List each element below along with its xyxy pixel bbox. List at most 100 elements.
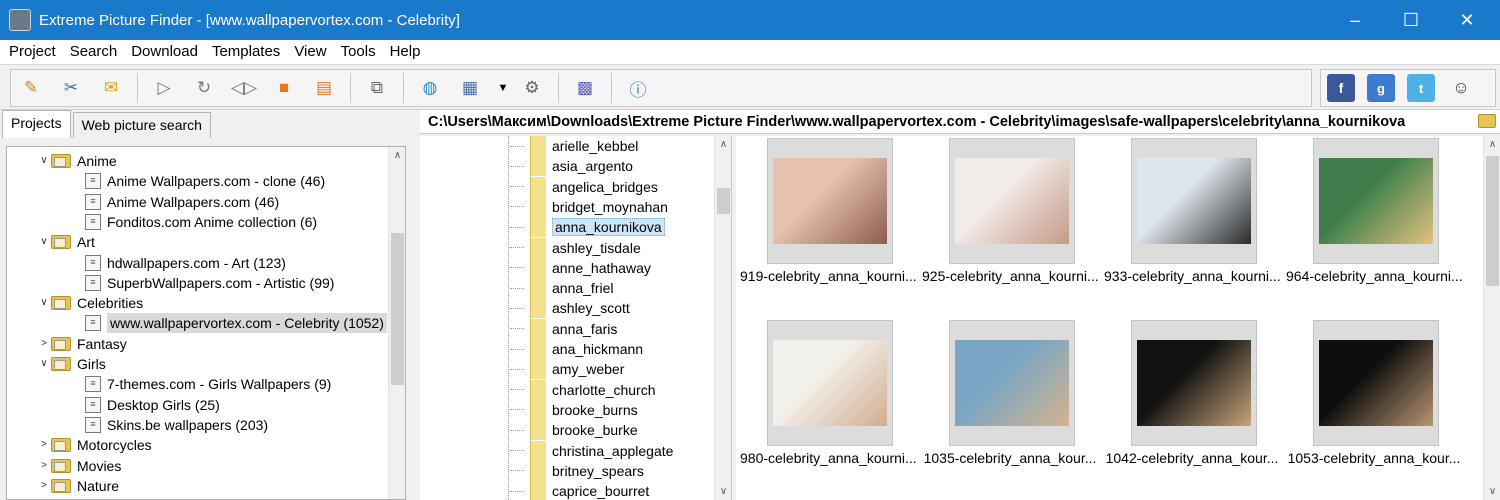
tree-folder[interactable]: > Fantasy: [37, 334, 127, 354]
tree-folder[interactable]: > Movies: [37, 456, 121, 476]
chevron-down-icon[interactable]: ∨: [37, 293, 51, 313]
chevron-down-icon[interactable]: ∨: [37, 151, 51, 171]
thumbnail[interactable]: 1035-celebrity_anna_kour...: [922, 318, 1098, 478]
folder-list-item[interactable]: anna_kournikova: [510, 217, 665, 238]
chevron-right-icon[interactable]: >: [37, 456, 51, 476]
app-icon[interactable]: [9, 9, 31, 31]
chevron-down-icon[interactable]: ∨: [37, 354, 51, 374]
menu-tools[interactable]: Tools: [334, 40, 383, 64]
scroll-thumb[interactable]: [1486, 156, 1499, 286]
thumbnail[interactable]: 919-celebrity_anna_kourni...: [740, 136, 916, 296]
tree-project[interactable]: ≡ Desktop Girls (25): [85, 395, 220, 415]
comment-icon[interactable]: ✉: [97, 74, 125, 102]
folder-scrollbar[interactable]: ∧ ∨: [714, 136, 731, 500]
scroll-thumb[interactable]: [391, 233, 404, 385]
tab-web-picture-search[interactable]: Web picture search: [72, 112, 211, 138]
tree-folder[interactable]: > Nature: [37, 476, 119, 496]
thumbnail[interactable]: 964-celebrity_anna_kourni...: [1286, 136, 1462, 296]
grid-icon[interactable]: ▩: [571, 74, 599, 102]
thumbnail-frame[interactable]: [767, 138, 893, 264]
thumbnail[interactable]: 1053-celebrity_anna_kour...: [1286, 318, 1462, 478]
thumbnail[interactable]: 925-celebrity_anna_kourni...: [922, 136, 1098, 296]
tree-scrollbar[interactable]: ∧: [388, 147, 405, 499]
thumbnail-frame[interactable]: [949, 138, 1075, 264]
thumbnail-frame[interactable]: [1131, 138, 1257, 264]
chevron-down-icon[interactable]: ∨: [37, 232, 51, 252]
tree-folder[interactable]: ∨ Celebrities: [37, 293, 143, 313]
browse-folder-icon[interactable]: [1478, 114, 1496, 128]
thumbnail[interactable]: 980-celebrity_anna_kourni...: [740, 318, 916, 478]
menu-search[interactable]: Search: [63, 40, 125, 64]
tree-folder[interactable]: ∨ Art: [37, 232, 95, 252]
folder-list-item[interactable]: arielle_kebbel: [510, 136, 638, 156]
thumbnail[interactable]: 1042-celebrity_anna_kour...: [1104, 318, 1280, 478]
tree-project[interactable]: ≡ 7-themes.com - Girls Wallpapers (9): [85, 374, 331, 394]
folder-list-item[interactable]: asia_argento: [510, 156, 633, 177]
tools-icon[interactable]: ✂: [57, 74, 85, 102]
scroll-down-icon[interactable]: ∨: [1484, 483, 1500, 500]
refresh-icon[interactable]: ↻: [190, 74, 218, 102]
facebook-icon[interactable]: f: [1327, 74, 1355, 102]
folder-list-item[interactable]: caprice_bourret: [510, 481, 649, 500]
folder-list-item[interactable]: brooke_burke: [510, 420, 638, 441]
thumbnail[interactable]: 933-celebrity_anna_kourni...: [1104, 136, 1280, 296]
tree-folder[interactable]: ∨ Girls: [37, 354, 105, 374]
thumbnail-frame[interactable]: [767, 320, 893, 446]
scroll-up-icon[interactable]: ∧: [389, 147, 405, 164]
help-icon[interactable]: ⓘ: [624, 74, 652, 102]
tree-project[interactable]: ≡ Fonditos.com Anime collection (6): [85, 212, 317, 232]
minimize-button[interactable]: –: [1330, 0, 1380, 40]
folder-list-item[interactable]: anne_hathaway: [510, 257, 651, 278]
globe-icon[interactable]: ◍: [416, 74, 444, 102]
thumbnail-frame[interactable]: [1313, 138, 1439, 264]
play-icon[interactable]: ▷: [150, 74, 178, 102]
maximize-button[interactable]: ☐: [1386, 0, 1436, 40]
folder-list-item[interactable]: anna_faris: [510, 318, 617, 339]
folder-list-item[interactable]: bridget_moynahan: [510, 196, 668, 217]
edit-icon[interactable]: ✎: [17, 74, 45, 102]
menu-help[interactable]: Help: [383, 40, 428, 64]
thumbnail-frame[interactable]: [949, 320, 1075, 446]
tree-folder[interactable]: > Motorcycles: [37, 435, 152, 455]
copy-icon[interactable]: ⧉: [363, 74, 391, 102]
chevron-right-icon[interactable]: >: [37, 334, 51, 354]
dropdown-icon[interactable]: ▼: [496, 74, 510, 102]
folder-list-item[interactable]: ashley_tisdale: [510, 237, 641, 258]
folder-list-item[interactable]: anna_friel: [510, 278, 614, 299]
queue-icon[interactable]: ▤: [310, 74, 338, 102]
folder-list-item[interactable]: ana_hickmann: [510, 339, 643, 359]
gear-icon[interactable]: ⚙: [518, 74, 546, 102]
tree-folder[interactable]: ∨ Anime: [37, 151, 116, 171]
step-icon[interactable]: ◁▷: [230, 74, 258, 102]
close-button[interactable]: ✕: [1442, 0, 1492, 40]
chevron-right-icon[interactable]: >: [37, 435, 51, 455]
tree-project[interactable]: ≡ Skins.be wallpapers (203): [85, 415, 268, 435]
tab-projects[interactable]: Projects: [2, 110, 71, 138]
google-plus-icon[interactable]: g: [1367, 74, 1395, 102]
tree-project[interactable]: ≡ Anime Wallpapers.com - clone (46): [85, 171, 325, 191]
folder-list-item[interactable]: charlotte_church: [510, 379, 656, 400]
stop-icon[interactable]: ■: [270, 74, 298, 102]
folder-list-item[interactable]: brooke_burns: [510, 399, 638, 420]
folder-list-item[interactable]: britney_spears: [510, 460, 644, 481]
menu-templates[interactable]: Templates: [205, 40, 287, 64]
tree-project[interactable]: ≡ hdwallpapers.com - Art (123): [85, 253, 286, 273]
thumbnail-frame[interactable]: [1131, 320, 1257, 446]
folder-list-item[interactable]: ashley_scott: [510, 298, 630, 319]
folder-list-item[interactable]: angelica_bridges: [510, 176, 658, 197]
folder-list-item[interactable]: amy_weber: [510, 359, 624, 380]
thumbnail-scrollbar[interactable]: ∧ ∨: [1483, 136, 1500, 500]
chevron-right-icon[interactable]: >: [37, 476, 51, 496]
twitter-icon[interactable]: t: [1407, 74, 1435, 102]
folder-list-item[interactable]: christina_applegate: [510, 440, 673, 461]
tree-project[interactable]: ≡ Anime Wallpapers.com (46): [85, 192, 279, 212]
thumbnail-frame[interactable]: [1313, 320, 1439, 446]
menu-project[interactable]: Project: [2, 40, 63, 64]
scroll-thumb[interactable]: [717, 188, 730, 214]
scroll-down-icon[interactable]: ∨: [715, 483, 731, 500]
tree-project[interactable]: ≡ SuperbWallpapers.com - Artistic (99): [85, 273, 334, 293]
menu-download[interactable]: Download: [124, 40, 205, 64]
scroll-up-icon[interactable]: ∧: [1484, 136, 1500, 153]
menu-view[interactable]: View: [287, 40, 333, 64]
scroll-up-icon[interactable]: ∧: [715, 136, 731, 153]
